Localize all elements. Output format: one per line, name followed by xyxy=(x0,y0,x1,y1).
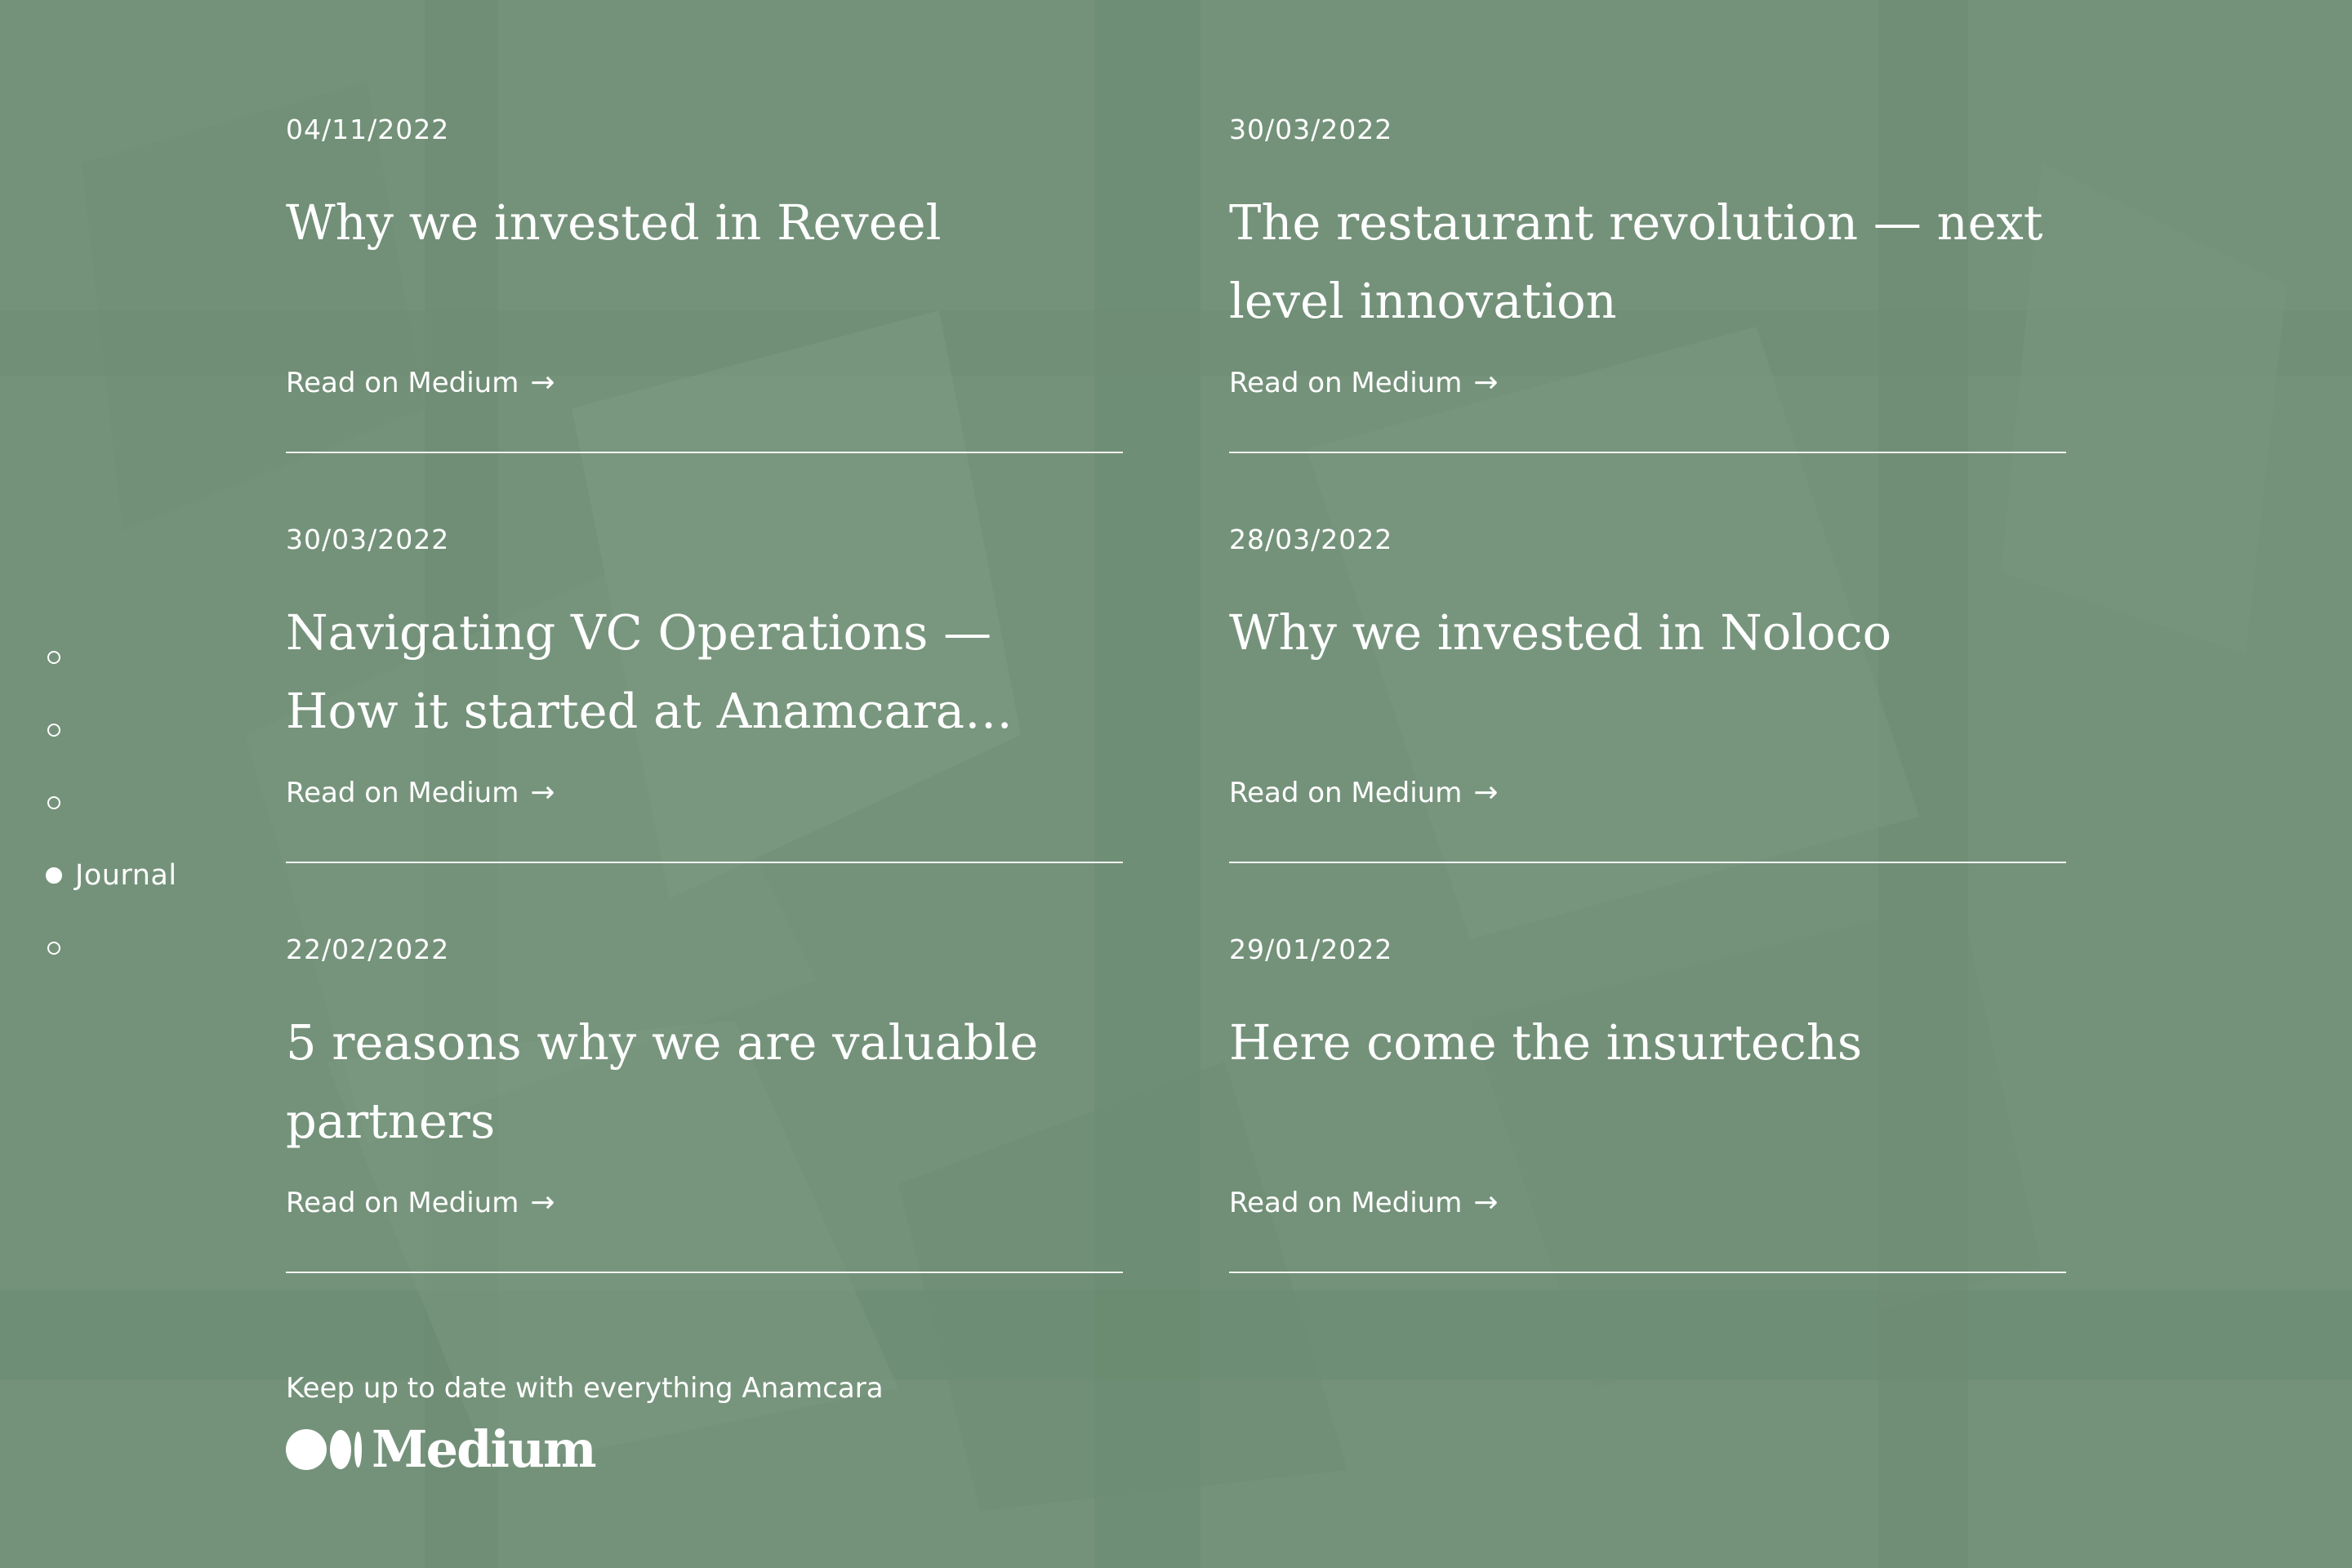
nav-dot-icon xyxy=(47,795,60,809)
nav-item-journal[interactable]: Journal xyxy=(46,839,260,911)
read-on-medium-link[interactable]: Read on Medium → xyxy=(286,776,555,809)
nav-item-2[interactable] xyxy=(47,693,260,766)
article-card: 22/02/2022 5 reasons why we are valuable… xyxy=(286,930,1123,1273)
read-on-medium-link[interactable]: Read on Medium → xyxy=(286,366,555,399)
arrow-right-icon: → xyxy=(1473,776,1499,809)
footer: Keep up to date with everything Anamcara… xyxy=(286,1372,884,1475)
read-link-label: Read on Medium xyxy=(286,1186,519,1219)
arrow-right-icon: → xyxy=(530,776,555,809)
nav-item-5[interactable] xyxy=(47,911,260,984)
article-date: 28/03/2022 xyxy=(1229,523,1393,555)
article-card: 30/03/2022 Navigating VC Operations — Ho… xyxy=(286,520,1123,863)
nav-item-1[interactable] xyxy=(47,621,260,693)
medium-logo-icon xyxy=(286,1429,362,1470)
read-link-label: Read on Medium xyxy=(1229,1186,1463,1219)
nav-dot-icon xyxy=(47,941,60,955)
read-on-medium-link[interactable]: Read on Medium → xyxy=(1229,776,1499,809)
medium-link[interactable]: Medium xyxy=(286,1424,884,1475)
article-card: 28/03/2022 Why we invested in Noloco Rea… xyxy=(1229,520,2066,863)
article-card: 29/01/2022 Here come the insurtechs Read… xyxy=(1229,930,2066,1273)
read-link-label: Read on Medium xyxy=(286,366,519,399)
arrow-right-icon: → xyxy=(1473,1186,1499,1219)
section-nav: Journal xyxy=(46,621,260,984)
nav-dot-icon xyxy=(47,723,60,737)
article-title[interactable]: Why we invested in Noloco xyxy=(1229,594,2046,672)
article-card: 30/03/2022 The restaurant revolution — n… xyxy=(1229,110,2066,453)
medium-wordmark: Medium xyxy=(372,1419,597,1479)
read-on-medium-link[interactable]: Read on Medium → xyxy=(1229,1186,1499,1219)
read-link-label: Read on Medium xyxy=(1229,366,1463,399)
nav-dot-active-icon xyxy=(46,866,62,884)
article-title[interactable]: The restaurant revolution — next level i… xyxy=(1229,184,2046,341)
read-on-medium-link[interactable]: Read on Medium → xyxy=(286,1186,555,1219)
article-date: 22/02/2022 xyxy=(286,933,450,965)
arrow-right-icon: → xyxy=(530,1186,555,1219)
nav-dot-icon xyxy=(47,650,60,664)
nav-label-journal: Journal xyxy=(75,858,177,892)
article-title[interactable]: Why we invested in Reveel xyxy=(286,184,1102,262)
read-link-label: Read on Medium xyxy=(286,776,519,809)
arrow-right-icon: → xyxy=(1473,366,1499,399)
nav-item-3[interactable] xyxy=(47,766,260,839)
article-title[interactable]: Navigating VC Operations — How it starte… xyxy=(286,594,1102,751)
read-link-label: Read on Medium xyxy=(1229,776,1463,809)
article-title[interactable]: Here come the insurtechs xyxy=(1229,1004,2046,1082)
footer-tagline: Keep up to date with everything Anamcara xyxy=(286,1372,884,1405)
article-date: 04/11/2022 xyxy=(286,114,450,145)
read-on-medium-link[interactable]: Read on Medium → xyxy=(1229,366,1499,399)
article-date: 29/01/2022 xyxy=(1229,933,1393,965)
article-date: 30/03/2022 xyxy=(1229,114,1393,145)
article-card: 04/11/2022 Why we invested in Reveel Rea… xyxy=(286,110,1123,453)
arrow-right-icon: → xyxy=(530,366,555,399)
article-date: 30/03/2022 xyxy=(286,523,450,555)
article-title[interactable]: 5 reasons why we are valuable partners xyxy=(286,1004,1102,1160)
